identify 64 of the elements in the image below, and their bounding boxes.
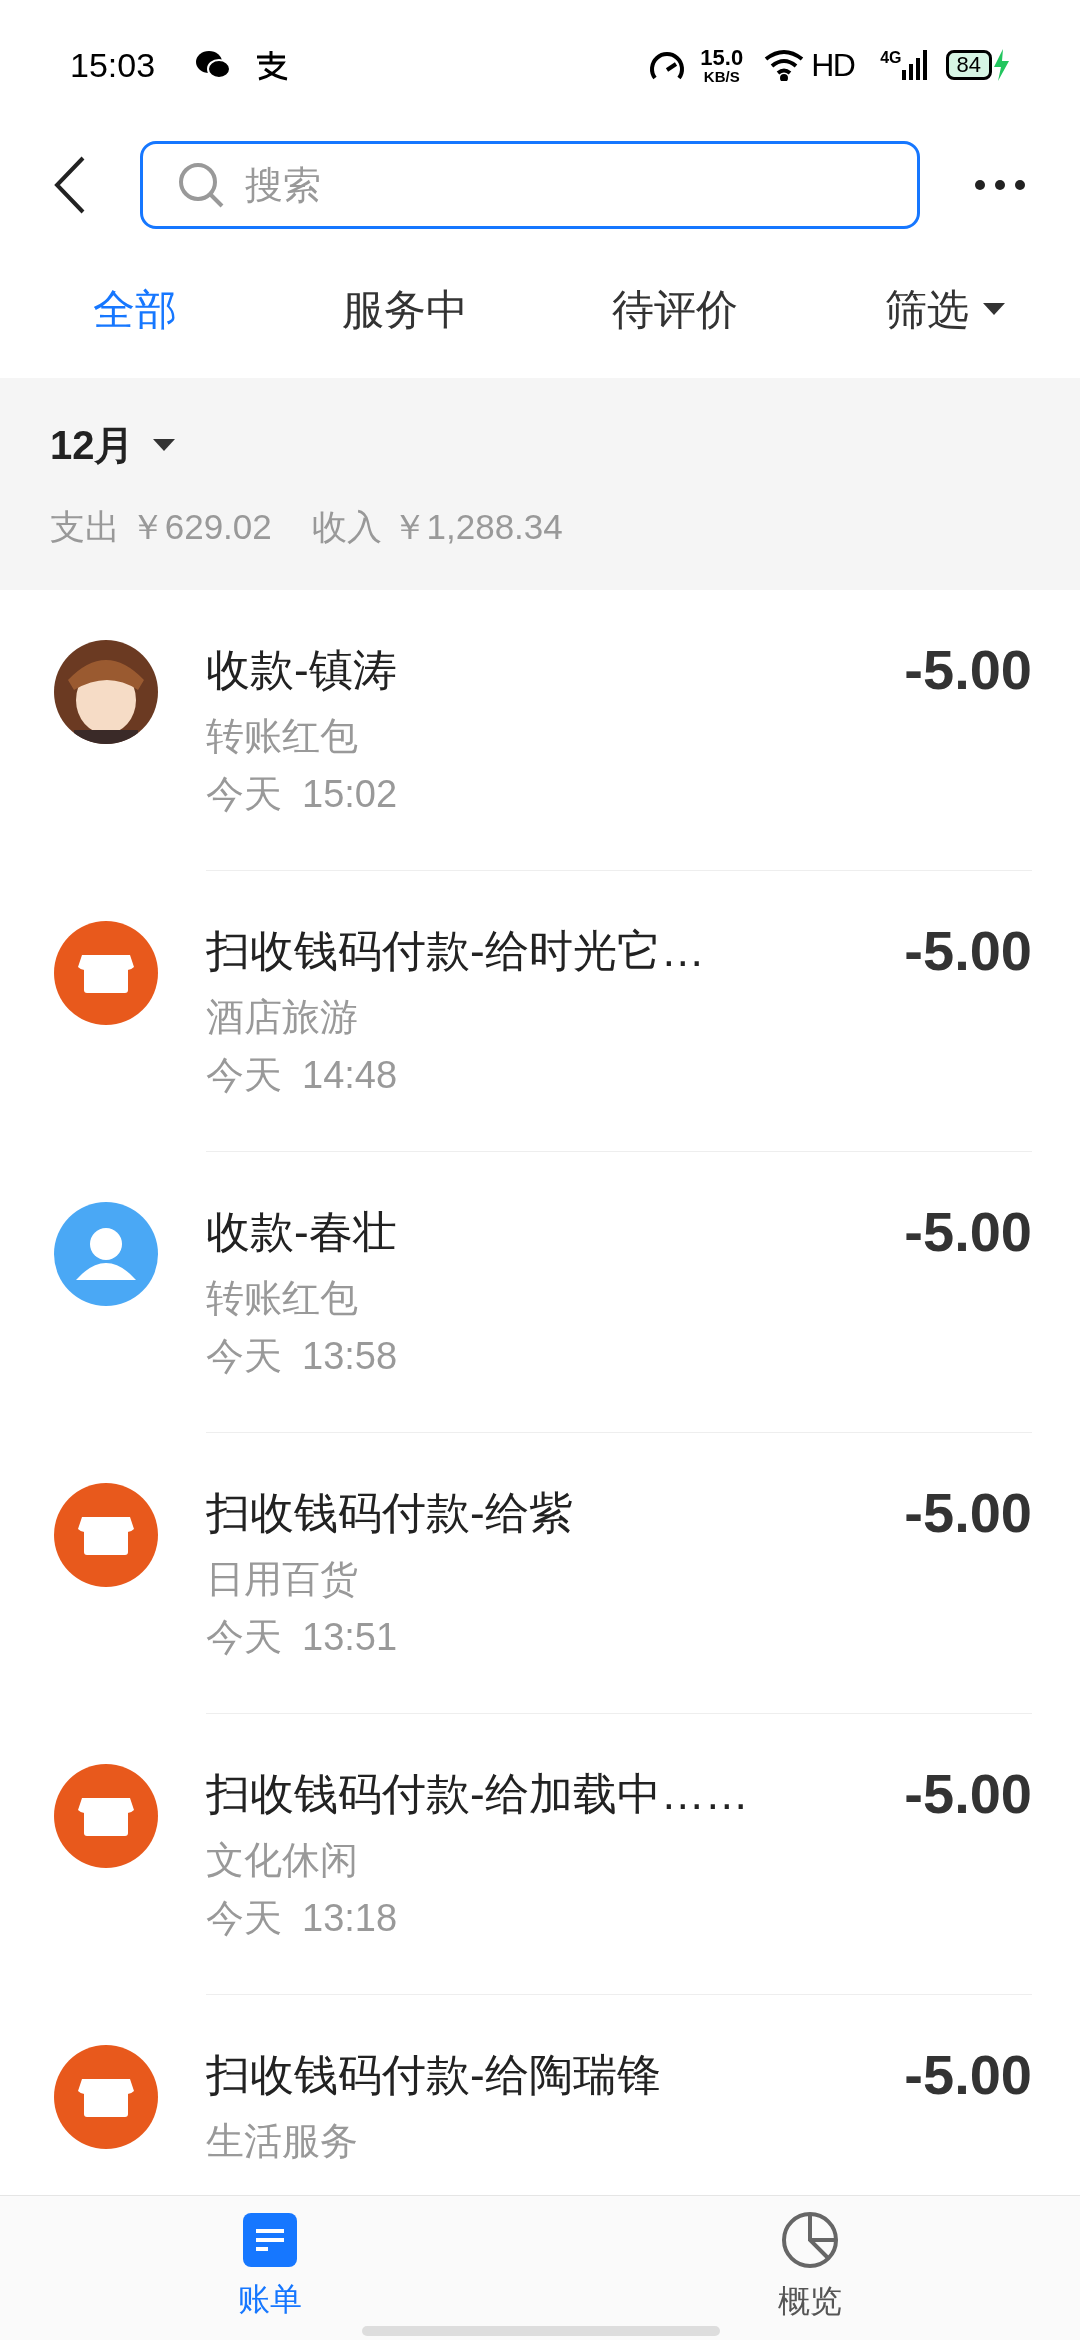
store-icon	[54, 1764, 158, 1868]
transaction-category: 日用百货	[206, 1557, 359, 1602]
store-icon	[54, 1483, 158, 1587]
back-icon	[54, 156, 86, 214]
signal-icon	[901, 50, 928, 80]
transaction-date: 今天	[206, 1896, 282, 1941]
transaction-date: 今天	[206, 772, 282, 817]
expense-total: 支出 ￥629.02	[50, 505, 272, 548]
transaction-item[interactable]: 扫收钱码付款-给加载中…… -5.00 文化休闲 今天 13:18	[0, 1714, 1080, 1995]
filter-tab[interactable]: 服务中	[270, 277, 540, 341]
transaction-category: 转账红包	[206, 714, 359, 759]
search-icon	[178, 162, 224, 208]
income-total: 收入 ￥1,288.34	[311, 505, 563, 548]
filter-tab[interactable]: 全部	[0, 277, 270, 341]
battery-level: 84	[945, 50, 992, 80]
transaction-time: 13:18	[302, 1896, 398, 1941]
transaction-date: 今天	[206, 1334, 282, 1379]
transaction-amount: -5.00	[904, 1202, 1032, 1262]
transaction-amount: -5.00	[904, 921, 1032, 981]
caret-icon	[152, 438, 175, 451]
search-field[interactable]: 搜索	[140, 141, 920, 229]
hd-label: HD	[811, 46, 855, 85]
transaction-item[interactable]: 扫收钱码付款-给紫 -5.00 日用百货 今天 13:51	[0, 1433, 1080, 1714]
transaction-title: 扫收钱码付款-给紫	[206, 1487, 573, 1539]
status-time: 15:03	[70, 44, 156, 86]
network-type: 4G	[880, 48, 902, 68]
filter-tab[interactable]: 待评价	[540, 277, 810, 341]
wifi-icon	[763, 49, 806, 81]
speed-unit: KB/S	[703, 68, 740, 84]
transaction-amount: -5.00	[904, 1764, 1032, 1824]
caret-icon	[983, 303, 1005, 315]
transaction-item[interactable]: 扫收钱码付款-给陶瑞锋 -5.00 生活服务	[0, 1995, 1080, 2195]
person-avatar-icon	[54, 1202, 158, 1306]
transaction-amount: -5.00	[904, 2045, 1032, 2105]
transaction-time: 13:51	[302, 1615, 398, 1660]
transaction-amount: -5.00	[904, 640, 1032, 700]
transaction-title: 扫收钱码付款-给陶瑞锋	[206, 2049, 661, 2101]
store-icon	[54, 921, 158, 1025]
filter-tab[interactable]: 筛选	[810, 277, 1080, 341]
pie-chart-icon	[781, 2211, 839, 2269]
transaction-category: 转账红包	[206, 1276, 359, 1321]
transaction-item[interactable]: 收款-镇涛 -5.00 转账红包 今天 15:02	[0, 590, 1080, 871]
transaction-category: 酒店旅游	[206, 995, 359, 1040]
transaction-time: 13:58	[302, 1334, 398, 1379]
more-icon	[975, 180, 1025, 190]
transaction-title: 收款-春壮	[206, 1206, 397, 1258]
nav-tab[interactable]: 概览	[540, 2196, 1080, 2340]
transaction-category: 文化休闲	[206, 1838, 359, 1883]
network-speed: 15.0	[700, 46, 744, 69]
bill-icon	[243, 2213, 297, 2267]
transaction-time: 15:02	[302, 772, 398, 817]
nav-tab[interactable]: 账单	[0, 2196, 540, 2340]
transaction-date: 今天	[206, 1615, 282, 1660]
transaction-time: 14:48	[302, 1053, 398, 1098]
transaction-item[interactable]: 收款-春壮 -5.00 转账红包 今天 13:58	[0, 1152, 1080, 1433]
transaction-amount: -5.00	[904, 1483, 1032, 1543]
transaction-date: 今天	[206, 1053, 282, 1098]
transaction-item[interactable]: 扫收钱码付款-给时光它… -5.00 酒店旅游 今天 14:48	[0, 871, 1080, 1152]
transaction-category: 生活服务	[206, 2119, 359, 2164]
store-icon	[54, 2045, 158, 2149]
month-selector[interactable]: 12月	[50, 414, 175, 475]
transaction-title: 扫收钱码付款-给时光它…	[206, 925, 705, 977]
transaction-title: 扫收钱码付款-给加载中……	[206, 1768, 749, 1820]
transaction-title: 收款-镇涛	[206, 644, 397, 696]
